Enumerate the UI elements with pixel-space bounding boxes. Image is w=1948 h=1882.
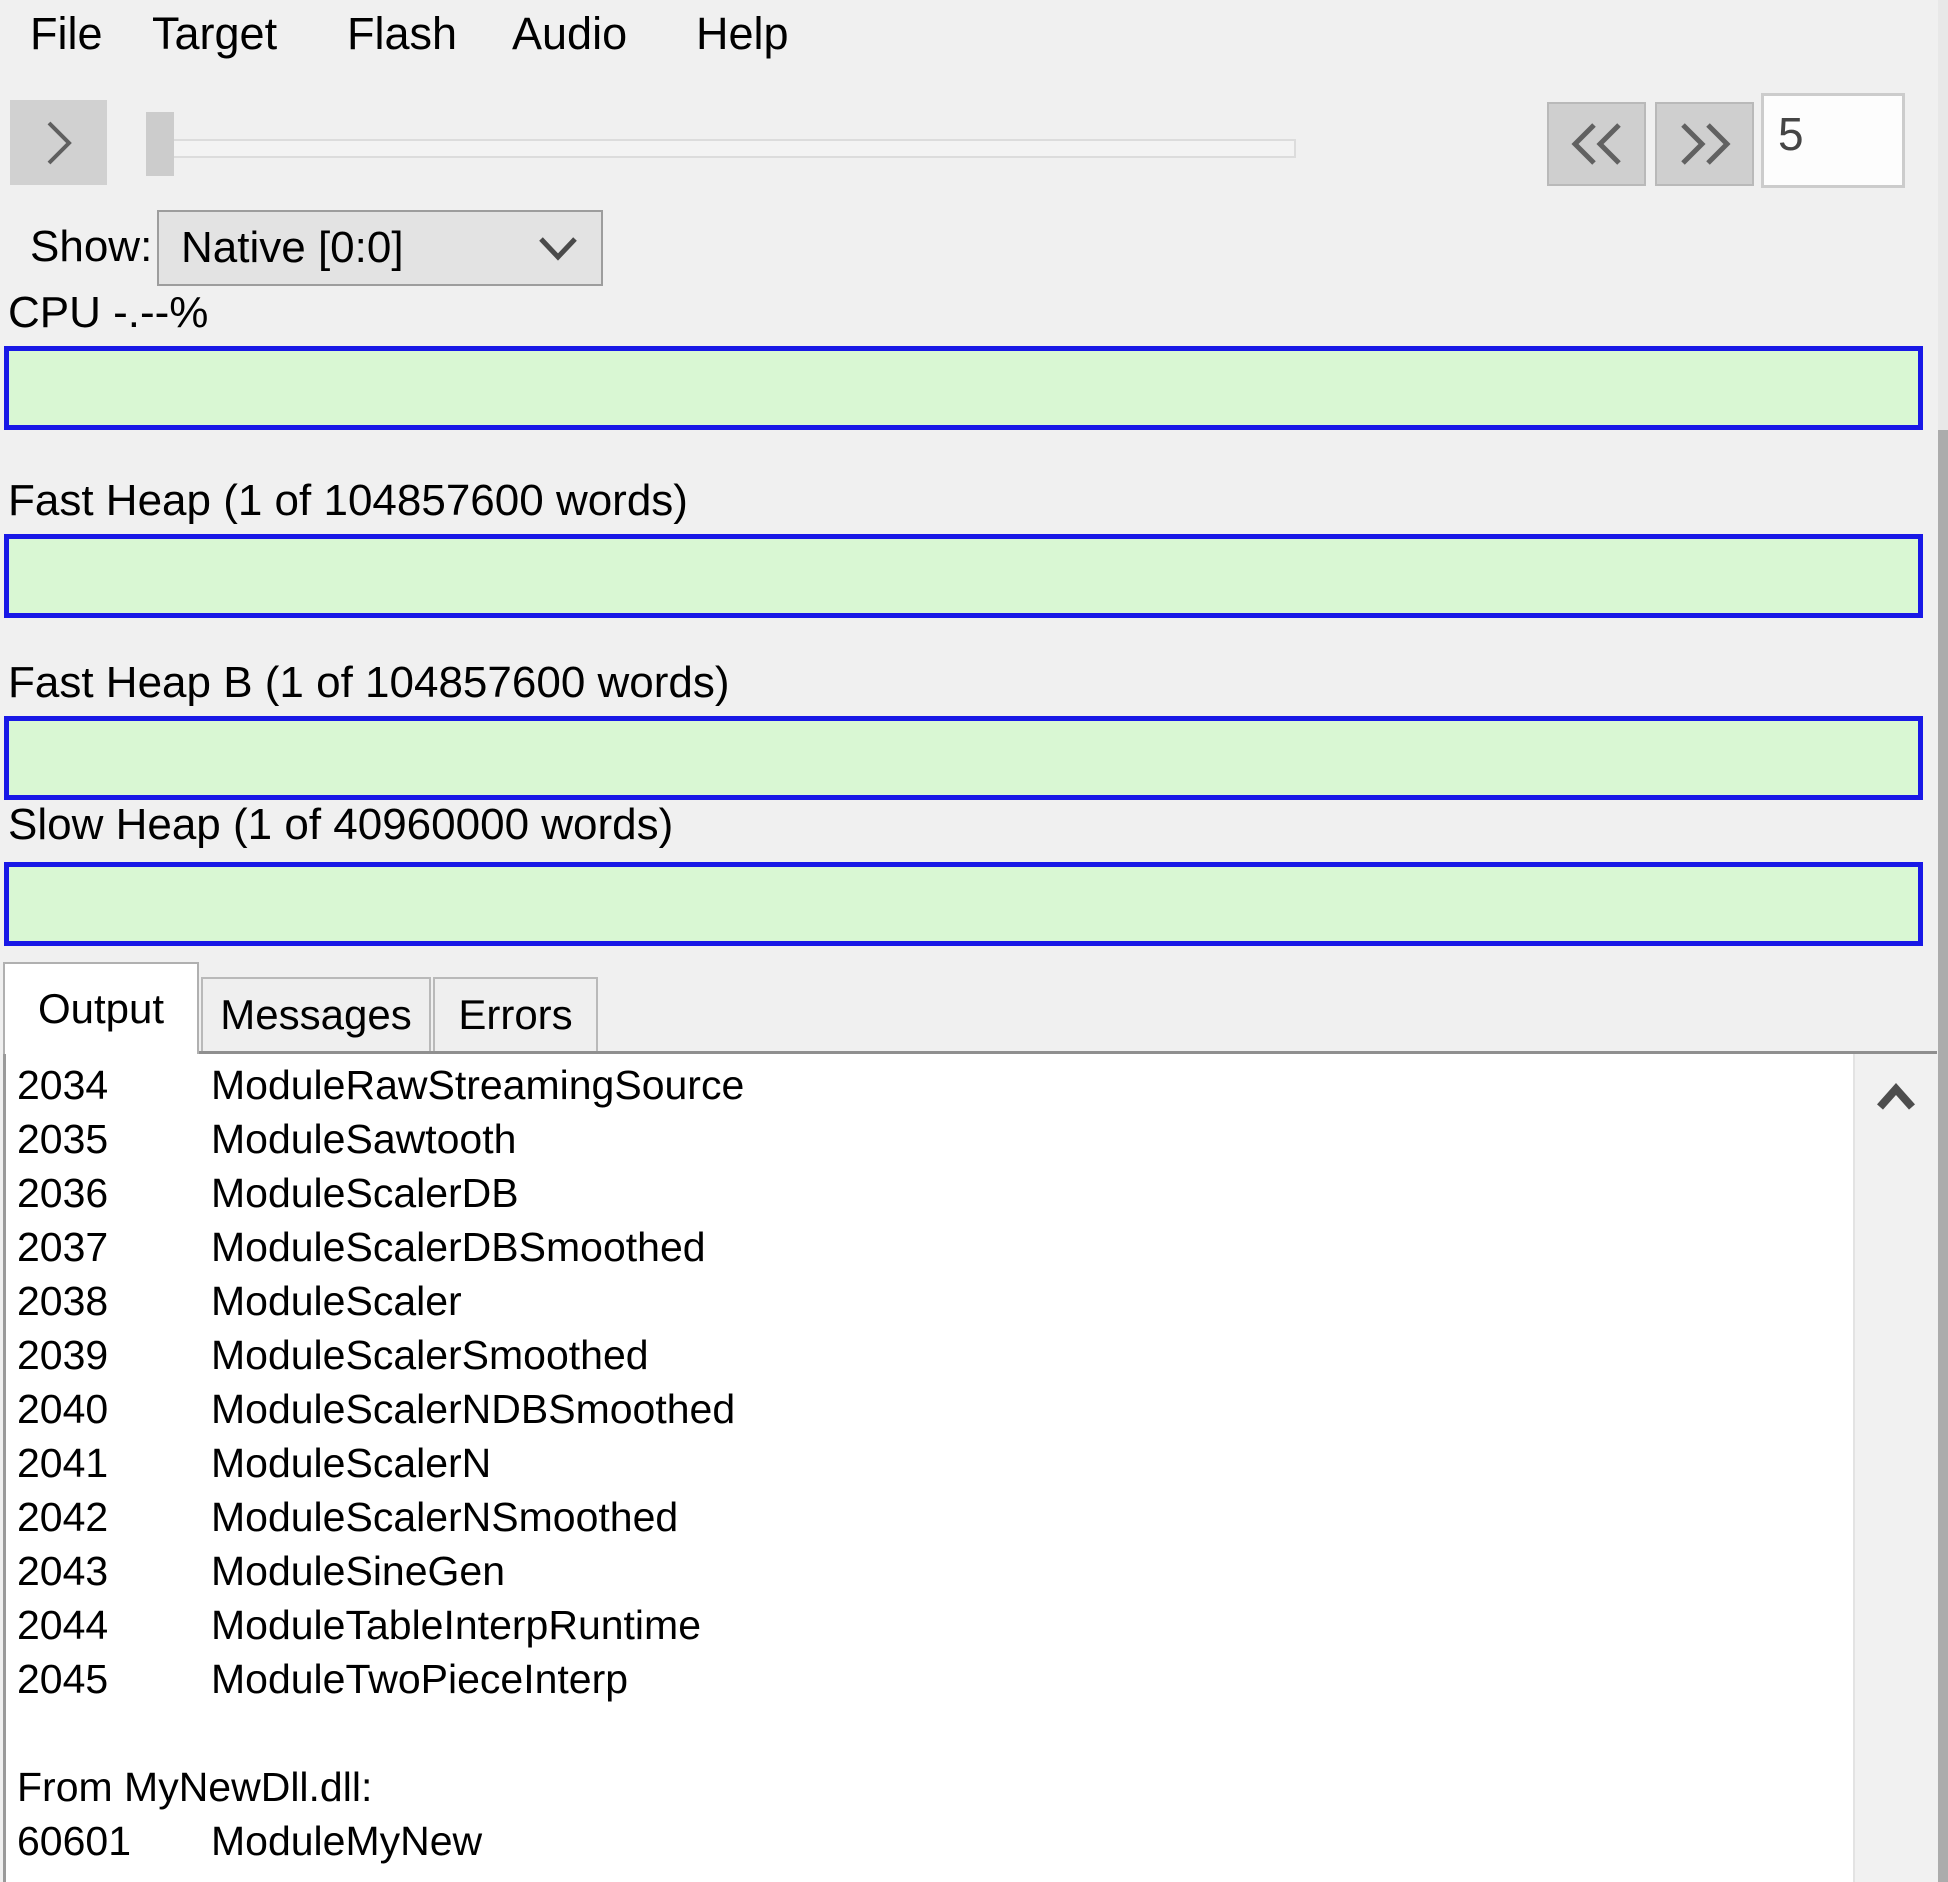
- show-label: Show:: [30, 222, 152, 272]
- fast-heap-b-meter-bar: [4, 716, 1923, 800]
- step-back-button[interactable]: [1547, 102, 1646, 186]
- slow-heap-meter-label: Slow Heap (1 of 40960000 words): [8, 800, 673, 850]
- output-line: [17, 1706, 1853, 1760]
- slow-heap-meter-bar: [4, 862, 1923, 946]
- fast-heap-meter-bar: [4, 534, 1923, 618]
- output-line: 60601 ModuleMyNew: [17, 1814, 1853, 1868]
- chevron-right-icon: [39, 115, 79, 171]
- menu-item-file[interactable]: File: [30, 8, 103, 60]
- window-scrollbar-track[interactable]: [1938, 0, 1948, 430]
- double-chevron-right-icon: [1674, 119, 1736, 169]
- position-slider[interactable]: [150, 139, 1296, 158]
- menu-item-help[interactable]: Help: [696, 8, 789, 60]
- output-line: 2039 ModuleScalerSmoothed: [17, 1328, 1853, 1382]
- output-line: 2036 ModuleScalerDB: [17, 1166, 1853, 1220]
- run-button[interactable]: [10, 100, 107, 185]
- tab-messages[interactable]: Messages: [201, 977, 431, 1051]
- output-scrollbar[interactable]: [1853, 1054, 1937, 1882]
- menu-bar: File Target Flash Audio Help: [0, 0, 1948, 72]
- tab-errors[interactable]: Errors: [433, 977, 598, 1051]
- output-line: 2034 ModuleRawStreamingSource: [17, 1058, 1853, 1112]
- menu-item-flash[interactable]: Flash: [347, 8, 457, 60]
- output-line: 2045 ModuleTwoPieceInterp: [17, 1652, 1853, 1706]
- menu-item-target[interactable]: Target: [152, 8, 277, 60]
- scroll-up-button[interactable]: [1855, 1054, 1937, 1142]
- output-line: 2037 ModuleScalerDBSmoothed: [17, 1220, 1853, 1274]
- chevron-up-icon: [1872, 1079, 1920, 1117]
- menu-item-audio[interactable]: Audio: [512, 8, 627, 60]
- cpu-meter-label: CPU -.--%: [8, 288, 208, 338]
- app-window: File Target Flash Audio Help Show: Nativ…: [0, 0, 1948, 1882]
- window-scrollbar-thumb[interactable]: [1938, 430, 1948, 1882]
- chevron-down-icon: [535, 233, 581, 263]
- output-line: From MyNewDll.dll:: [17, 1760, 1853, 1814]
- fast-heap-meter-label: Fast Heap (1 of 104857600 words): [8, 476, 688, 526]
- output-panel: 2034 ModuleRawStreamingSource2035 Module…: [3, 1051, 1937, 1882]
- show-dropdown[interactable]: Native [0:0]: [157, 210, 603, 286]
- output-line: 2042 ModuleScalerNSmoothed: [17, 1490, 1853, 1544]
- output-list: 2034 ModuleRawStreamingSource2035 Module…: [6, 1054, 1853, 1882]
- output-line: 2043 ModuleSineGen: [17, 1544, 1853, 1598]
- output-line: 2035 ModuleSawtooth: [17, 1112, 1853, 1166]
- cpu-meter-bar: [4, 346, 1923, 430]
- double-chevron-left-icon: [1566, 119, 1628, 169]
- output-line: 2038 ModuleScaler: [17, 1274, 1853, 1328]
- output-line: 2041 ModuleScalerN: [17, 1436, 1853, 1490]
- fast-heap-b-meter-label: Fast Heap B (1 of 104857600 words): [8, 658, 730, 708]
- output-line: 2044 ModuleTableInterpRuntime: [17, 1598, 1853, 1652]
- tab-output[interactable]: Output: [3, 962, 199, 1054]
- output-line: 2040 ModuleScalerNDBSmoothed: [17, 1382, 1853, 1436]
- step-count-field[interactable]: [1761, 93, 1905, 188]
- position-slider-thumb[interactable]: [146, 112, 174, 176]
- step-forward-button[interactable]: [1655, 102, 1754, 186]
- show-dropdown-value: Native [0:0]: [181, 223, 535, 273]
